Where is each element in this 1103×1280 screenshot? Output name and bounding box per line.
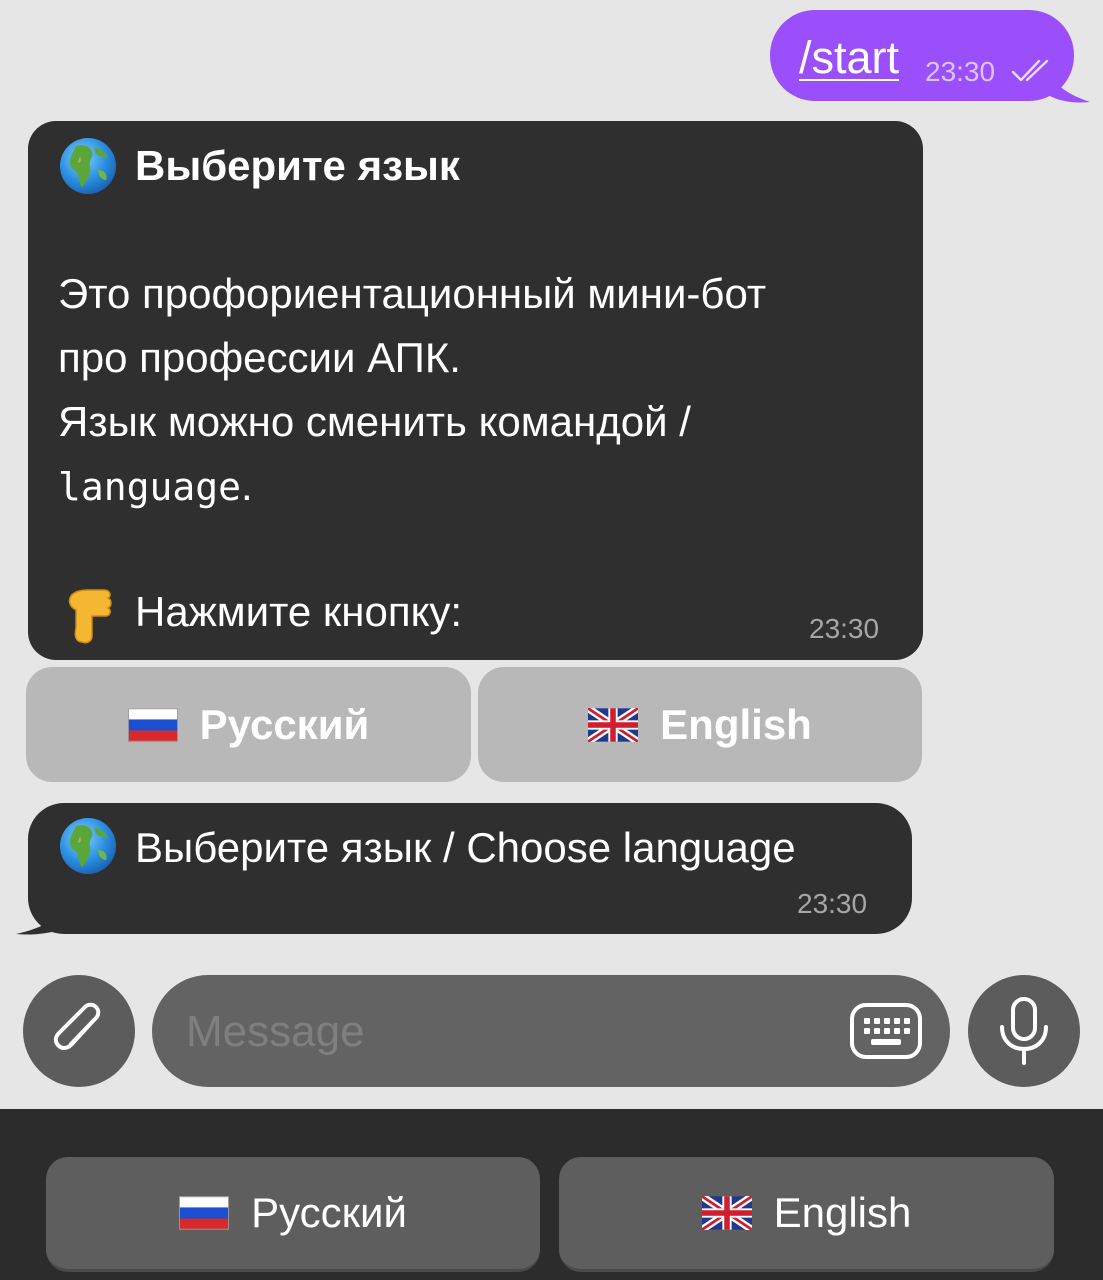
message-line-2: про профессии АПК. xyxy=(58,334,461,381)
language-command-code[interactable]: language xyxy=(58,465,241,509)
message-title: Выберите язык xyxy=(135,142,460,189)
message-line-1: Это профориентационный мини-бот xyxy=(58,270,767,317)
paperclip-icon xyxy=(53,1002,101,1050)
message-1-time: 23:30 xyxy=(809,613,880,644)
outgoing-message-time: 23:30 xyxy=(925,56,996,87)
press-button-prompt: Нажмите кнопку: xyxy=(135,588,463,635)
choose-language-text: Выберите язык / Choose language xyxy=(135,824,796,871)
keyboard-icon[interactable] xyxy=(849,1002,923,1060)
attach-button[interactable] xyxy=(23,975,135,1087)
inline-button-english-label: English xyxy=(660,700,812,748)
russia-flag-icon xyxy=(128,708,178,742)
globe-icon xyxy=(58,816,118,876)
message-input-placeholder: Message xyxy=(186,1007,365,1056)
reply-button-english-label: English xyxy=(773,1189,912,1236)
inline-button-russian-label: Русский xyxy=(199,700,370,748)
voice-message-button[interactable] xyxy=(968,975,1080,1087)
russia-flag-icon xyxy=(179,1196,229,1230)
reply-button-russian-label: Русский xyxy=(251,1189,407,1236)
double-check-icon xyxy=(1011,59,1049,82)
line-4-period: . xyxy=(241,462,253,509)
message-line-4: language. xyxy=(58,454,253,519)
message-line-3: Язык можно сменить командой / xyxy=(58,398,691,445)
uk-flag-icon xyxy=(588,708,638,742)
microphone-icon xyxy=(1000,997,1048,1065)
globe-icon xyxy=(58,136,118,196)
reply-button-russian[interactable]: Русский xyxy=(46,1157,540,1272)
pointing-down-icon xyxy=(68,589,112,644)
reply-button-english[interactable]: English xyxy=(559,1157,1054,1272)
message-2-time: 23:30 xyxy=(797,888,868,919)
inline-button-russian[interactable]: Русский xyxy=(26,667,471,782)
start-command-link[interactable]: /start xyxy=(799,32,899,84)
uk-flag-icon xyxy=(702,1196,752,1230)
inline-button-english[interactable]: English xyxy=(478,667,922,782)
